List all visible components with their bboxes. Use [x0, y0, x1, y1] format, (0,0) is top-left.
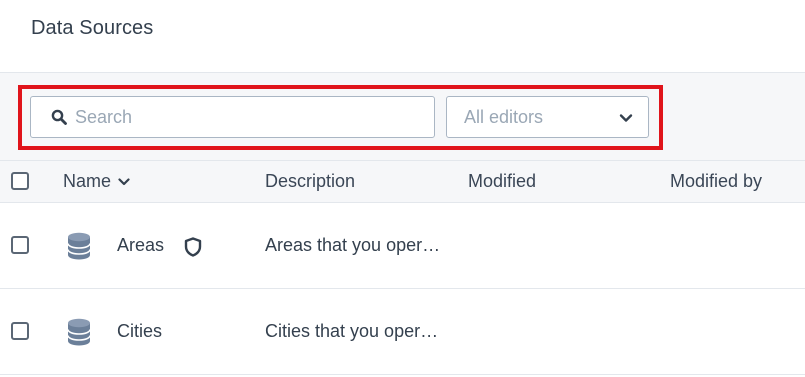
row-description: Areas that you oper…	[265, 235, 441, 255]
shield-icon	[184, 237, 202, 257]
row-name[interactable]: Areas	[117, 235, 164, 256]
database-icon	[67, 232, 91, 260]
row-checkbox[interactable]	[11, 236, 29, 254]
chevron-down-icon	[619, 114, 633, 122]
search-input[interactable]	[75, 98, 425, 136]
search-box[interactable]	[30, 96, 435, 138]
column-header-modified[interactable]: Modified	[468, 171, 536, 192]
select-all-checkbox[interactable]	[11, 172, 29, 190]
table-row[interactable]: Areas Areas that you oper…	[0, 203, 805, 289]
search-icon	[51, 109, 67, 125]
column-header-description[interactable]: Description	[265, 171, 355, 192]
row-checkbox[interactable]	[11, 322, 29, 340]
table-row[interactable]: Cities Cities that you oper…	[0, 289, 805, 375]
editors-dropdown-value: All editors	[464, 107, 544, 127]
row-description: Cities that you oper…	[265, 321, 439, 341]
column-header-modified-by[interactable]: Modified by	[670, 171, 762, 192]
page-title: Data Sources	[31, 17, 154, 39]
filter-bar: All editors	[0, 73, 805, 161]
page-header: Data Sources	[0, 0, 805, 73]
database-icon	[67, 318, 91, 346]
row-name[interactable]: Cities	[117, 321, 162, 342]
editors-dropdown[interactable]: All editors	[446, 96, 649, 138]
column-header-name[interactable]: Name	[63, 171, 111, 192]
table-header: Name Description Modified Modified by	[0, 161, 805, 203]
sort-descending-icon[interactable]	[117, 175, 131, 189]
